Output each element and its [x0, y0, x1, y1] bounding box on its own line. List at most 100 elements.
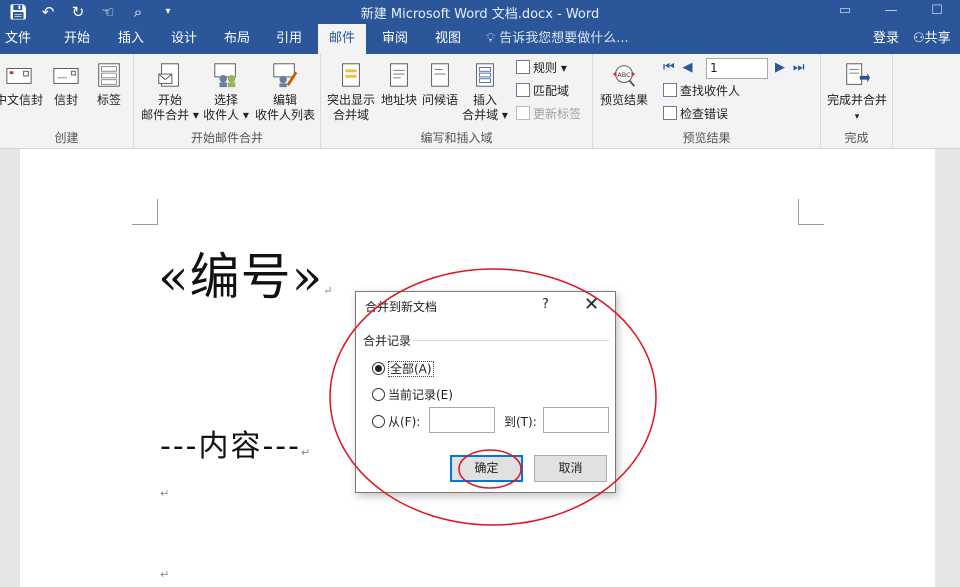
highlight-fields-icon [342, 63, 360, 87]
match-fields-button[interactable]: 匹配域 [516, 82, 569, 100]
maximize-icon[interactable]: ☐ [914, 0, 960, 24]
group-start-merge: 开始 邮件合并 ▾ 选择 收件人 ▾ 编辑 收件人列表 开始邮件合并 [134, 54, 321, 149]
envelope-icon [53, 68, 79, 84]
highlight-label-1: 突出显示 [326, 93, 375, 107]
to-field[interactable] [543, 407, 609, 433]
login-link[interactable]: 登录 [873, 24, 899, 54]
finish-merge-arrow: ▾ [854, 112, 860, 122]
radio-all-indicator[interactable] [372, 362, 385, 375]
match-fields-icon [516, 83, 530, 97]
record-number-input[interactable]: 1 [706, 58, 768, 79]
ribbon: 中文信封 信封 标签 创建 开始 邮件合并 ▾ 选择 收件人 ▾ 编辑 收件人列… [0, 54, 960, 149]
paragraph-mark: ↵ [300, 446, 311, 459]
lightbulb-icon: 💡︎ [486, 31, 496, 46]
start-mail-merge-button[interactable]: 开始 邮件合并 ▾ [139, 60, 201, 123]
highlight-label-2: 合并域 [332, 108, 369, 122]
share-button[interactable]: ⚇共享 [913, 24, 951, 54]
preview-results-label: 预览结果 [599, 93, 648, 107]
ok-button[interactable]: 确定 [450, 455, 523, 482]
radio-all[interactable]: 全部(A) [372, 360, 434, 377]
address-block-icon [390, 63, 408, 87]
insert-field-icon [476, 63, 494, 87]
tab-home[interactable]: 开始 [58, 24, 96, 54]
tab-layout[interactable]: 布局 [218, 24, 256, 54]
chinese-envelope-button[interactable]: 中文信封 [0, 60, 44, 108]
check-errors-label: 检查错误 [680, 107, 729, 121]
tab-references[interactable]: 引用 [270, 24, 308, 54]
last-record-icon[interactable]: ⏭ [793, 60, 805, 75]
dialog-title: 合并到新文档 [365, 300, 438, 314]
person-icon: ⚇ [913, 31, 925, 46]
start-merge-label-2: 邮件合并 ▾ [141, 108, 199, 122]
radio-current-record[interactable]: 当前记录(E) [372, 386, 453, 403]
content-text: ---内容--- [160, 429, 301, 464]
tell-me-text: 告诉我您想要做什么... [499, 31, 629, 46]
chinese-envelope-label: 中文信封 [0, 93, 43, 107]
finish-merge-label: 完成并合并 [826, 93, 887, 107]
match-fields-label: 匹配域 [533, 84, 570, 98]
update-labels-button[interactable]: 更新标签 [516, 105, 581, 123]
tab-view[interactable]: 视图 [428, 24, 468, 54]
svg-text:ABC: ABC [617, 71, 631, 79]
chinese-envelope-icon [6, 68, 32, 84]
tab-design[interactable]: 设计 [165, 24, 203, 54]
tell-me-box[interactable]: 💡︎ 告诉我您想要做什么... [486, 24, 629, 54]
group-preview: ABC 预览结果 ⏮ ◀ 1 ▶ ⏭ 查找收件人 检查错误 预览结果 [593, 54, 821, 149]
preview-results-icon: ABC [612, 65, 636, 87]
next-record-icon[interactable]: ▶ [775, 60, 785, 75]
help-icon[interactable]: ? [542, 297, 549, 312]
section-divider [413, 340, 609, 341]
group-label-start-merge: 开始邮件合并 [190, 131, 263, 145]
select-recipients-label-1: 选择 [213, 93, 238, 107]
greeting-line-icon [431, 63, 449, 87]
start-merge-icon [158, 63, 179, 87]
find-recipient-icon [663, 83, 677, 97]
tab-insert[interactable]: 插入 [112, 24, 150, 54]
greeting-line-label: 问候语 [421, 93, 458, 107]
check-errors-icon [663, 106, 677, 120]
edit-recipient-list-button[interactable]: 编辑 收件人列表 [252, 60, 318, 123]
update-labels-label: 更新标签 [533, 107, 582, 121]
insert-field-label-2: 合并域 ▾ [462, 108, 508, 122]
tab-review[interactable]: 审阅 [375, 24, 415, 54]
minimize-icon[interactable]: — [868, 0, 914, 24]
finish-merge-button[interactable]: 完成并合并 ▾ [823, 60, 891, 125]
rules-icon [516, 60, 530, 74]
merge-field-heading[interactable]: «编号»↵ [158, 237, 333, 309]
radio-all-label: 全部(A) [388, 361, 434, 377]
group-write-insert: 突出显示 合并域 地址块 问候语 插入 合并域 ▾ 规则 ▾ 匹配域 更新标签 … [321, 54, 593, 149]
labels-button[interactable]: 标签 [92, 60, 126, 108]
radio-current-indicator[interactable] [372, 388, 385, 401]
tab-mailings[interactable]: 邮件 [318, 24, 366, 54]
margin-corner-top-right [798, 199, 824, 225]
previous-record-icon[interactable]: ◀ [683, 60, 693, 75]
select-recipients-button[interactable]: 选择 收件人 ▾ [200, 60, 252, 123]
close-icon[interactable]: ✕ [584, 294, 599, 315]
ribbon-display-icon[interactable]: ▭ [822, 0, 868, 24]
recipients-icon [214, 63, 236, 88]
cancel-button[interactable]: 取消 [534, 455, 607, 482]
content-line[interactable]: ---内容---↵ [160, 421, 310, 465]
radio-from-indicator[interactable] [372, 415, 385, 428]
radio-from[interactable]: 从(F): [372, 413, 420, 430]
rules-button[interactable]: 规则 ▾ [516, 59, 567, 77]
select-recipients-label-2: 收件人 ▾ [203, 108, 249, 122]
preview-results-button[interactable]: ABC 预览结果 [596, 60, 652, 108]
paragraph-mark: ↵ [323, 284, 334, 297]
first-record-icon[interactable]: ⏮ [663, 60, 675, 75]
greeting-line-button[interactable]: 问候语 [420, 60, 460, 108]
highlight-merge-fields-button[interactable]: 突出显示 合并域 [325, 60, 377, 123]
find-recipient-label: 查找收件人 [680, 84, 741, 98]
envelope-button[interactable]: 信封 [49, 60, 83, 108]
rules-label: 规则 ▾ [533, 61, 567, 75]
find-recipient-button[interactable]: 查找收件人 [663, 82, 740, 100]
tab-file[interactable]: 文件 [0, 24, 36, 54]
paragraph-mark: ↵ [160, 568, 170, 581]
edit-list-label-2: 收件人列表 [254, 108, 315, 122]
check-errors-button[interactable]: 检查错误 [663, 105, 728, 123]
from-field[interactable] [429, 407, 495, 433]
group-label-write-insert: 编写和插入域 [420, 131, 493, 145]
insert-merge-field-button[interactable]: 插入 合并域 ▾ [459, 60, 511, 123]
address-block-button[interactable]: 地址块 [379, 60, 419, 108]
edit-list-label-1: 编辑 [272, 93, 297, 107]
